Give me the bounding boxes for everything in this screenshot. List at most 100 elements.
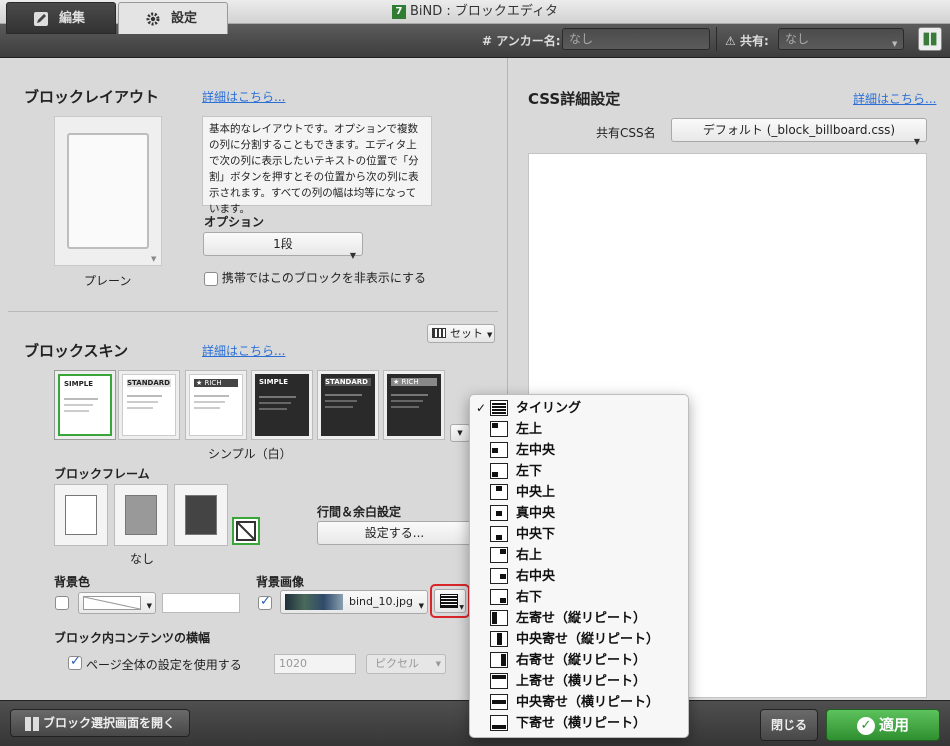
menu-item-top-left[interactable]: 左上 [470,419,690,440]
skin-thumb: STANDARD [321,374,375,436]
chevron-down-icon: ▼ [435,660,441,668]
menu-item-left-repeat-y[interactable]: 左寄せ（縦リピート） [470,608,690,629]
no-frame-icon [236,521,256,541]
hide-mobile-checkbox[interactable] [204,271,218,286]
anchor-input[interactable]: なし [562,28,710,50]
menu-item-middle-repeat-x[interactable]: 中央寄せ（横リピート） [470,692,690,713]
position-top-right-icon [490,547,508,563]
layout-preview[interactable]: ▼ [54,116,162,266]
frame-option-gray[interactable] [114,484,168,546]
pencil-icon [34,12,48,26]
menu-item-top-repeat-x[interactable]: 上寄せ（横リピート） [470,671,690,692]
options-select[interactable]: 1段 ▼ [203,232,363,260]
gear-icon [146,12,160,26]
book-icon[interactable] [918,27,942,51]
layout-preview-label: プレーン [84,274,132,288]
tiling-icon [440,594,458,608]
grid-icon [24,716,39,731]
layout-detail-link[interactable]: 詳細はこちら... [202,88,285,105]
shared-css-value: デフォルト (_block_billboard.css) [702,123,896,137]
skin-option-simple-white[interactable]: SIMPLE [54,370,116,440]
skin-option-rich-dark[interactable]: ★ RICH [383,370,445,440]
use-page-setting-checkbox[interactable] [68,656,82,670]
position-middle-left-icon [490,442,508,458]
menu-item-label: 中央上 [516,485,556,500]
skin-tag: ★ RICH [194,379,238,387]
width-value-field[interactable]: 1020 [274,654,356,674]
apply-button[interactable]: ✓ 適用 [826,709,940,741]
menu-item-center[interactable]: 真中央 [470,503,690,524]
skin-more-dropdown[interactable]: ▼ [450,424,470,442]
anchor-label: # アンカー名: [482,34,561,48]
bg-image-select[interactable]: bind_10.jpg ▼ [280,590,428,614]
menu-item-label: 右寄せ（縦リピート） [516,653,647,668]
frame-option-dark[interactable] [174,484,228,546]
skin-option-standard-white[interactable]: STANDARD [118,370,180,440]
hide-mobile-row[interactable]: 携帯ではこのブロックを非表示にする [204,269,426,286]
set-button-label: セット [450,327,483,340]
position-top-center-icon [490,484,508,500]
block-select-button[interactable]: ブロック選択画面を開く [10,709,190,737]
apply-label: 適用 [878,716,909,734]
bg-color-label: 背景色 [54,575,91,589]
skin-option-rich-white[interactable]: ★ RICH [185,370,247,440]
chevron-down-icon: ▼ [349,251,356,260]
spacing-button[interactable]: 設定する... [317,521,472,545]
menu-item-label: 真中央 [516,506,556,521]
spacing-label: 行間＆余白設定 [317,505,402,519]
chevron-down-icon: ▼ [913,137,920,146]
tiling-button[interactable]: ▼ [434,589,466,613]
repeat-left-vertical-icon [490,610,508,626]
skin-tag: SIMPLE [64,380,93,388]
menu-item-top-center[interactable]: 中央上 [470,482,690,503]
skin-tag: ★ RICH [391,378,437,386]
close-button[interactable]: 閉じる [760,709,818,741]
checkmark-icon: ✓ [476,401,487,415]
repeat-right-vertical-icon [490,652,508,668]
frame-swatch [185,495,217,535]
menu-item-bottom-left[interactable]: 左下 [470,461,690,482]
toolbar-divider [716,27,717,51]
skin-option-simple-dark[interactable]: SIMPLE [251,370,313,440]
menu-item-tiling[interactable]: ✓ タイリング [470,398,690,419]
menu-item-bottom-right[interactable]: 右下 [470,587,690,608]
frame-none-option[interactable] [232,517,260,545]
menu-item-bottom-repeat-x[interactable]: 下寄せ（横リピート） [470,713,690,734]
tab-edit[interactable]: 編集 [6,2,116,34]
bg-color-checkbox[interactable] [55,596,69,610]
set-button[interactable]: セット ▼ [427,324,495,343]
bg-color-picker[interactable]: ▼ [78,592,156,614]
menu-item-label: 左寄せ（縦リピート） [516,611,647,626]
frame-option-light[interactable] [54,484,108,546]
tab-edit-label: 編集 [59,11,86,26]
menu-item-middle-right[interactable]: 右中央 [470,566,690,587]
width-unit-select[interactable]: ピクセル ▼ [366,654,446,674]
skin-detail-link[interactable]: 詳細はこちら... [202,342,285,359]
color-swatch [83,596,141,610]
shared-css-select[interactable]: デフォルト (_block_billboard.css) ▼ [671,118,927,146]
menu-item-top-right[interactable]: 右上 [470,545,690,566]
menu-item-bottom-center[interactable]: 中央下 [470,524,690,545]
layout-section-title: ブロックレイアウト [24,88,160,106]
skin-tag: STANDARD [127,379,171,387]
menu-item-label: 中央寄せ（縦リピート） [516,632,660,647]
bg-color-value-field[interactable] [162,593,240,613]
position-center-icon [490,505,508,521]
menu-item-label: 左中央 [516,443,556,458]
window-title-text: BiND : ブロックエディタ [410,4,558,19]
menu-item-middle-left[interactable]: 左中央 [470,440,690,461]
skin-section-title: ブロックスキン [24,342,129,360]
bg-image-thumbnail [285,594,343,610]
menu-item-center-repeat-y[interactable]: 中央寄せ（縦リピート） [470,629,690,650]
css-section-title: CSS詳細設定 [528,90,621,108]
width-unit-value: ピクセル [375,657,419,670]
menu-item-right-repeat-y[interactable]: 右寄せ（縦リピート） [470,650,690,671]
skin-thumb: STANDARD [122,374,176,436]
tab-settings[interactable]: 設定 [118,2,228,34]
skin-option-standard-dark[interactable]: STANDARD [317,370,379,440]
bg-image-checkbox[interactable] [258,596,272,610]
menu-item-label: 左上 [516,422,543,437]
bg-image-label: 背景画像 [256,575,305,589]
css-detail-link[interactable]: 詳細はこちら... [853,90,936,107]
share-select[interactable]: なし [778,28,904,50]
